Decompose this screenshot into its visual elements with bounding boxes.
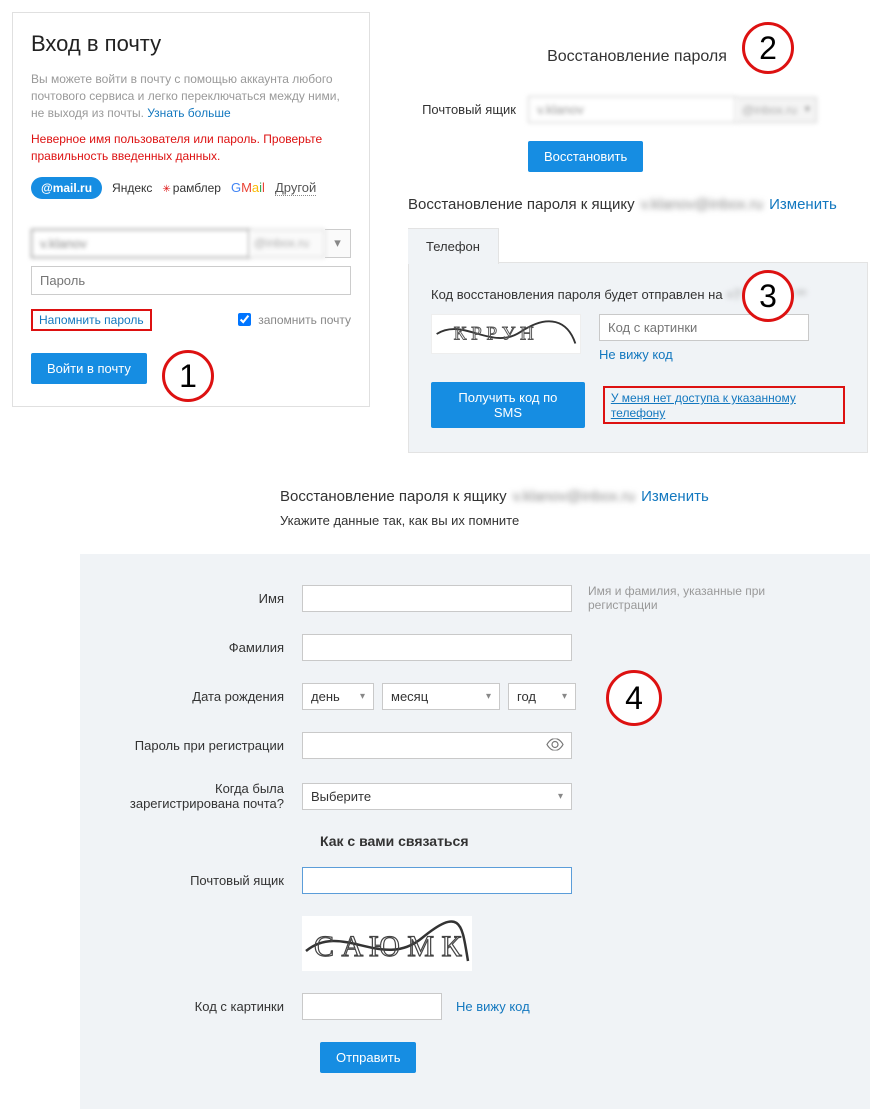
recovery-phone-panel: Восстановление пароля к ящику v.klanov@i… — [408, 196, 868, 453]
no-phone-access-link[interactable]: У меня нет доступа к указанному телефону — [611, 391, 796, 420]
recovery-phone-mailbox: v.klanov@inbox.ru — [641, 196, 764, 213]
svg-text:С A Ю М К: С A Ю М К — [314, 930, 463, 963]
when-label: Когда была зарегистрирована почта? — [102, 781, 302, 811]
send-sms-button[interactable]: Получить код по SMS — [431, 382, 585, 428]
surname-label: Фамилия — [102, 640, 302, 655]
chevron-down-icon: ▾ — [334, 235, 341, 251]
chevron-down-icon: ▾ — [558, 791, 563, 802]
chevron-down-icon: ▾ — [360, 691, 365, 702]
chevron-down-icon: ▾ — [562, 691, 567, 702]
when-registered-value: Выберите — [311, 789, 371, 804]
dob-day-value: день — [311, 689, 340, 704]
email-domain-select[interactable]: @inbox.ru — [250, 229, 325, 258]
learn-more-link[interactable]: Узнать больше — [147, 106, 230, 120]
provider-gmail[interactable]: GMail — [231, 180, 265, 195]
recovery-form-header: Восстановление пароля к ящику v.klanov@i… — [280, 488, 870, 505]
recover-button[interactable]: Восстановить — [528, 141, 643, 172]
login-error: Неверное имя пользователя или пароль. Пр… — [31, 131, 351, 165]
surname-input[interactable] — [302, 634, 572, 661]
phone-message-text: Код восстановления пароля будет отправле… — [431, 287, 726, 302]
tab-spacer — [499, 227, 868, 263]
contact-mail-input[interactable] — [302, 867, 572, 894]
mailbox-domain-select[interactable]: @inbox.ru ▾ — [736, 97, 817, 123]
login-description: Вы можете войти в почту с помощью аккаун… — [31, 71, 351, 121]
remember-checkbox[interactable] — [238, 313, 251, 326]
recovery-form-body: Имя Имя и фамилия, указанные при регистр… — [80, 554, 870, 1109]
email-domain-value: @inbox.ru — [254, 236, 309, 250]
tab-header: Телефон — [408, 227, 868, 263]
recovery-phone-title: Восстановление пароля к ящику — [408, 196, 635, 213]
login-submit-button[interactable]: Войти в почту — [31, 353, 147, 384]
provider-rambler[interactable]: рамблер — [162, 181, 221, 195]
captcha-input[interactable] — [302, 993, 442, 1020]
dob-month-select[interactable]: месяц ▾ — [382, 683, 500, 710]
gmail-letter: G — [231, 180, 241, 195]
contact-heading: Как с вами связаться — [320, 833, 848, 849]
recovery-form-panel: Восстановление пароля к ящику v.klanov@i… — [80, 488, 870, 1109]
recovery-form-title: Восстановление пароля к ящику — [280, 488, 507, 505]
change-mailbox-link[interactable]: Изменить — [641, 488, 709, 505]
recovery-form-subtitle: Укажите данные так, как вы их помните — [280, 513, 870, 528]
login-title: Вход в почту — [31, 31, 351, 57]
remember-checkbox-label[interactable]: запомнить почту — [234, 310, 351, 329]
name-input[interactable] — [302, 585, 572, 612]
chevron-down-icon: ▾ — [805, 104, 810, 115]
mailbox-label: Почтовый ящик — [406, 102, 528, 117]
remember-text: запомнить почту — [258, 313, 351, 327]
dob-year-value: год — [517, 689, 536, 704]
name-hint: Имя и фамилия, указанные при регистрации — [588, 584, 788, 612]
dob-year-select[interactable]: год ▾ — [508, 683, 576, 710]
eye-icon[interactable] — [546, 738, 564, 753]
regpwd-input[interactable] — [302, 732, 572, 759]
submit-recovery-button[interactable]: Отправить — [320, 1042, 416, 1073]
step-badge-4: 4 — [606, 670, 662, 726]
svg-text:К Р Р У Н: К Р Р У Н — [454, 324, 534, 345]
captcha-image: К Р Р У Н — [431, 314, 581, 354]
gmail-letter: M — [241, 180, 252, 195]
step-badge-1: 1 — [162, 350, 214, 402]
no-phone-access-highlight: У меня нет доступа к указанному телефону — [603, 386, 845, 424]
when-registered-select[interactable]: Выберите ▾ — [302, 783, 572, 810]
email-domain-caret[interactable]: ▾ — [325, 229, 351, 258]
provider-other[interactable]: Другой — [275, 180, 316, 196]
provider-row: @mail.ru Яндекс рамблер GMail Другой — [31, 177, 351, 199]
name-label: Имя — [102, 591, 302, 606]
tab-phone[interactable]: Телефон — [408, 228, 499, 264]
regpwd-label: Пароль при регистрации — [102, 738, 302, 753]
gmail-letter: l — [262, 180, 265, 195]
mailbox-domain-value: @inbox.ru — [742, 103, 797, 117]
chevron-down-icon: ▾ — [486, 691, 491, 702]
recovery-request-panel: Восстановление пароля Почтовый ящик v.kl… — [406, 48, 868, 190]
dob-label: Дата рождения — [102, 689, 302, 704]
captcha-image: С A Ю М К — [302, 916, 472, 971]
recovery-title: Восстановление пароля — [406, 48, 868, 66]
password-input[interactable] — [31, 266, 351, 295]
provider-yandex[interactable]: Яндекс — [112, 181, 152, 195]
step-badge-3: 3 — [742, 270, 794, 322]
step-badge-2: 2 — [742, 22, 794, 74]
login-fields: v.klanov @inbox.ru ▾ — [31, 229, 351, 295]
recovery-form-mailbox: v.klanov@inbox.ru — [513, 488, 636, 505]
email-input[interactable]: v.klanov — [31, 229, 250, 258]
login-panel: Вход в почту Вы можете войти в почту с п… — [12, 12, 370, 407]
refresh-captcha-link[interactable]: Не вижу код — [599, 347, 809, 362]
dob-month-value: месяц — [391, 689, 428, 704]
tab-body: Код восстановления пароля будет отправле… — [409, 263, 867, 452]
remind-password-link[interactable]: Напомнить пароль — [39, 313, 144, 327]
change-mailbox-link[interactable]: Изменить — [769, 196, 837, 213]
contact-mail-label: Почтовый ящик — [102, 873, 302, 888]
captcha-label: Код с картинки — [102, 999, 302, 1014]
mailbox-input[interactable]: v.klanov — [528, 96, 736, 123]
remind-password-highlight: Напомнить пароль — [31, 309, 152, 331]
recovery-phone-header: Восстановление пароля к ящику v.klanov@i… — [408, 196, 868, 213]
refresh-captcha-link[interactable]: Не вижу код — [456, 999, 530, 1014]
provider-mailru[interactable]: @mail.ru — [31, 177, 102, 199]
dob-day-select[interactable]: день ▾ — [302, 683, 374, 710]
